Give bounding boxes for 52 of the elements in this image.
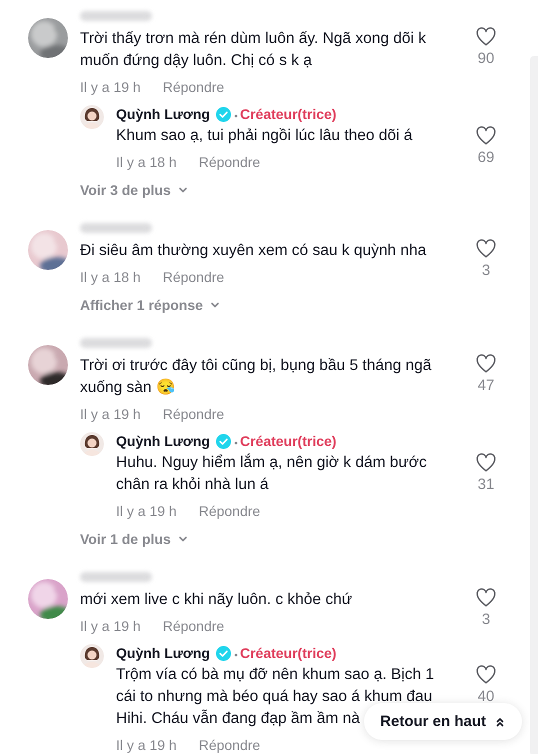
reply-link[interactable]: Répondre: [198, 735, 260, 754]
like-count: 3: [482, 610, 490, 630]
back-to-top-button[interactable]: Retour en haut: [364, 703, 522, 740]
blurred-username: [80, 572, 152, 582]
heart-icon[interactable]: [475, 238, 497, 260]
reply-link[interactable]: Répondre: [198, 501, 260, 521]
blurred-username: [80, 338, 152, 348]
heart-icon[interactable]: [475, 125, 497, 147]
like-count: 69: [478, 148, 494, 168]
comment-time: Il y a 19 h: [80, 617, 141, 636]
comment-text: Trời thấy trơn mà rén dùm luôn ấy. Ngã xong dõi k muốn đứng dậy luôn. Chị có s k ạ: [80, 29, 427, 71]
reply-text: Huhu. Nguy hiểm lắm ạ, nên giờ k dám bước chân ra khỏi nhà lun á: [116, 452, 428, 495]
reply-time: Il y a 19 h: [116, 736, 177, 754]
separator-dot-icon: [234, 441, 238, 445]
comment-text: mới xem live c khi nãy luôn. c khỏe chứ: [80, 590, 354, 610]
reply-link[interactable]: Répondre: [162, 404, 224, 424]
reply-text: Khum sao ạ, tui phải ngồi lúc lâu theo dõi á: [116, 126, 412, 146]
like-count: 47: [478, 376, 494, 396]
author-name[interactable]: Quỳnh Lương: [116, 645, 210, 661]
comment-text: Trời ơi trước đây tôi cũng bị, bụng bầu 5 tháng ngã xuống sàn 😪: [80, 356, 432, 398]
reply-text: Hihi. Cháu vẫn đang đạp ầm ầm nà: [116, 708, 360, 729]
heart-icon[interactable]: [475, 587, 497, 609]
view-more-replies-button[interactable]: Afficher 1 réponse: [80, 295, 221, 315]
heart-icon[interactable]: [475, 452, 497, 474]
comment-time: Il y a 18 h: [80, 268, 141, 287]
view-more-replies-button[interactable]: Voir 3 de plus: [80, 180, 189, 200]
like-count: 3: [482, 261, 490, 281]
creator-label: Créateur(trice): [240, 645, 336, 661]
author-name[interactable]: Quỳnh Lương: [116, 106, 210, 122]
author-name[interactable]: Quỳnh Lương: [116, 433, 210, 449]
comment-text: Đi siêu âm thường xuyên xem có sau k quỳnh nha: [80, 241, 428, 261]
double-chevron-up-icon: [494, 716, 506, 728]
heart-icon[interactable]: [475, 26, 497, 48]
reply-link[interactable]: Répondre: [162, 267, 224, 287]
reply-time: Il y a 18 h: [116, 153, 177, 172]
view-more-replies-button[interactable]: Voir 1 de plus: [80, 529, 189, 549]
reply-link[interactable]: Répondre: [162, 77, 224, 97]
reply-time: Il y a 19 h: [116, 502, 177, 521]
separator-dot-icon: [234, 114, 238, 118]
comment-time: Il y a 19 h: [80, 405, 141, 424]
like-count: 90: [478, 49, 494, 69]
creator-label: Créateur(trice): [240, 106, 336, 122]
reply-link[interactable]: Répondre: [198, 152, 260, 172]
blurred-username: [80, 11, 152, 21]
heart-icon[interactable]: [475, 353, 497, 375]
blurred-username: [80, 223, 152, 233]
separator-dot-icon: [234, 653, 238, 657]
reply-link[interactable]: Répondre: [162, 616, 224, 636]
like-count: 31: [478, 475, 494, 495]
heart-icon[interactable]: [475, 664, 497, 686]
creator-label: Créateur(trice): [240, 433, 336, 449]
comment-time: Il y a 19 h: [80, 78, 141, 97]
